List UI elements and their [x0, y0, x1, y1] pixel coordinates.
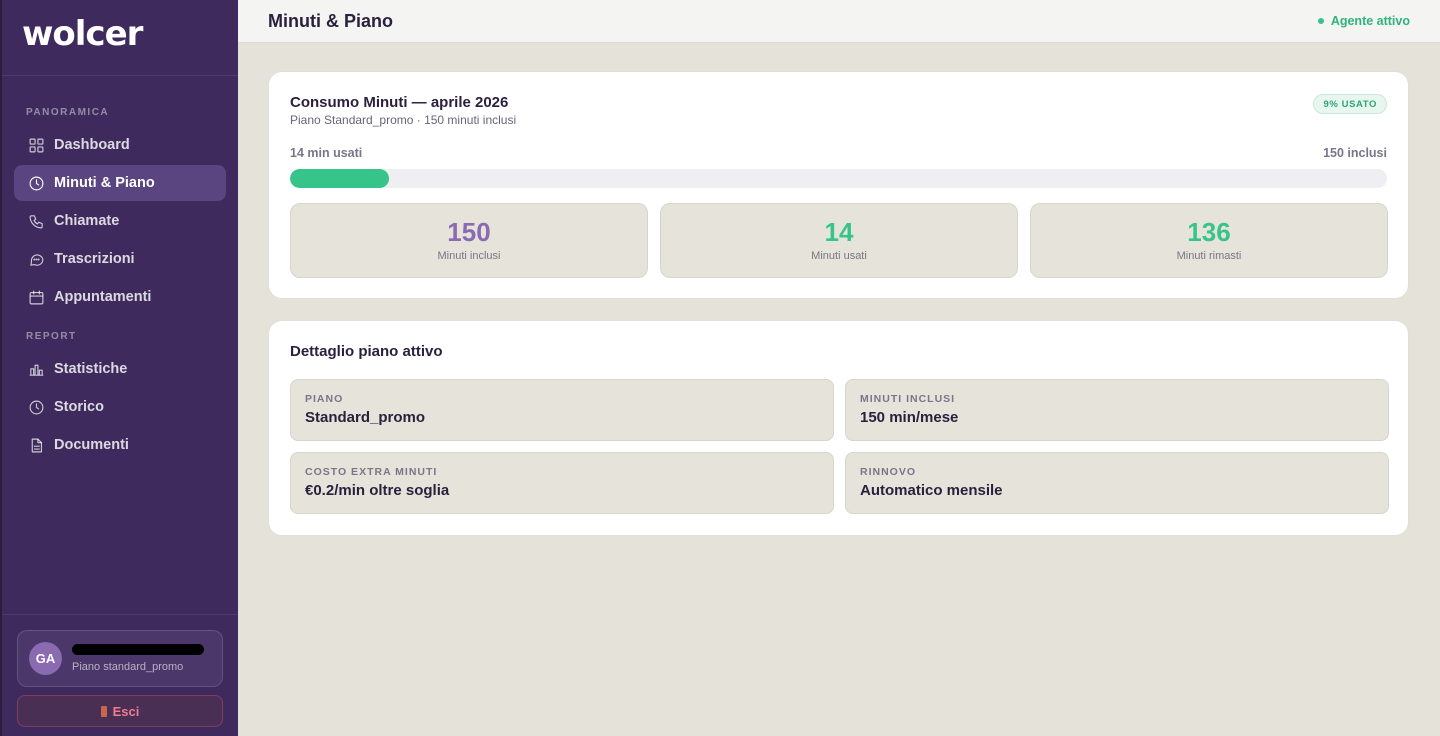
usage-card: Consumo Minuti — aprile 2026 Piano Stand…	[268, 71, 1409, 299]
usage-title: Consumo Minuti — aprile 2026	[290, 94, 509, 111]
clock-icon	[27, 174, 45, 192]
agent-status: Agente attivo	[1317, 14, 1410, 28]
detail-value: €0.2/min oltre soglia	[305, 482, 450, 499]
agent-status-label: Agente attivo	[1330, 14, 1410, 28]
sidebar-item-chiamate[interactable]: Chiamate	[14, 203, 226, 239]
sidebar-nav: PANORAMICA Dashboard Minuti & Piano Chia…	[2, 76, 238, 465]
stat-minuti-rimasti: 136 Minuti rimasti	[1030, 203, 1388, 278]
sidebar-item-appuntamenti[interactable]: Appuntamenti	[14, 279, 226, 315]
sidebar-item-dashboard[interactable]: Dashboard	[14, 127, 226, 163]
sidebar-item-statistiche[interactable]: Statistiche	[14, 351, 226, 387]
sidebar-item-label: Documenti	[54, 437, 129, 453]
sidebar-item-label: Dashboard	[54, 137, 130, 153]
section-label-report: REPORT	[26, 331, 77, 342]
logo[interactable]: wolcer	[22, 14, 143, 54]
stat-value: 136	[1187, 217, 1231, 247]
sidebar-item-trascrizioni[interactable]: Trascrizioni	[14, 241, 226, 277]
sidebar-item-label: Minuti & Piano	[54, 175, 155, 191]
user-plan: Piano standard_promo	[72, 661, 184, 673]
sidebar-item-label: Storico	[54, 399, 104, 415]
logout-button[interactable]: Esci	[17, 695, 223, 727]
detail-value: 150 min/mese	[860, 409, 959, 426]
detail-value: Automatico mensile	[860, 482, 1003, 499]
logout-label: Esci	[112, 703, 140, 719]
door-icon	[100, 705, 107, 717]
grid-icon	[27, 136, 45, 154]
plan-detail-card: Dettaglio piano attivo PIANO Standard_pr…	[268, 320, 1409, 536]
bar-chart-icon	[27, 360, 45, 378]
topbar: Minuti & Piano Agente attivo	[238, 0, 1440, 43]
detail-field-minuti-inclusi: MINUTI INCLUSI 150 min/mese	[845, 379, 1389, 441]
document-icon	[27, 436, 45, 454]
stat-label: Minuti inclusi	[437, 250, 501, 262]
stat-label: Minuti rimasti	[1176, 250, 1242, 262]
sidebar-item-storico[interactable]: Storico	[14, 389, 226, 425]
included-label: 150 inclusi	[1323, 146, 1387, 160]
sidebar-item-documenti[interactable]: Documenti	[14, 427, 226, 463]
usage-subtitle: Piano Standard_promo · 150 minuti inclus…	[290, 113, 517, 127]
detail-label: COSTO EXTRA MINUTI	[305, 466, 438, 478]
detail-value: Standard_promo	[305, 409, 426, 426]
detail-field-costo-extra: COSTO EXTRA MINUTI €0.2/min oltre soglia	[290, 452, 834, 514]
detail-label: PIANO	[305, 393, 344, 405]
used-label: 14 min usati	[290, 146, 363, 160]
stat-minuti-usati: 14 Minuti usati	[660, 203, 1018, 278]
user-info: Piano standard_promo	[72, 644, 204, 673]
stat-minuti-inclusi: 150 Minuti inclusi	[290, 203, 648, 278]
usage-badge: 9% USATO	[1313, 94, 1387, 114]
stat-value: 150	[447, 217, 491, 247]
user-card[interactable]: GA Piano standard_promo	[17, 630, 223, 687]
detail-field-rinnovo: RINNOVO Automatico mensile	[845, 452, 1389, 514]
history-clock-icon	[27, 398, 45, 416]
detail-field-piano: PIANO Standard_promo	[290, 379, 834, 441]
section-label-panoramica: PANORAMICA	[26, 107, 110, 118]
chat-bubble-icon	[27, 250, 45, 268]
sidebar: wolcer PANORAMICA Dashboard Minuti & Pia…	[0, 0, 238, 736]
detail-label: RINNOVO	[860, 466, 917, 478]
logo-area: wolcer	[2, 0, 238, 76]
sidebar-footer: GA Piano standard_promo Esci	[2, 614, 238, 736]
sidebar-item-label: Appuntamenti	[54, 289, 152, 305]
phone-icon	[27, 212, 45, 230]
stat-label: Minuti usati	[811, 250, 867, 262]
detail-title: Dettaglio piano attivo	[290, 343, 443, 360]
usage-progress-bar	[290, 169, 1387, 188]
usage-progress-fill	[290, 169, 389, 188]
sidebar-item-label: Chiamate	[54, 213, 120, 229]
detail-label: MINUTI INCLUSI	[860, 393, 956, 405]
sidebar-item-label: Statistiche	[54, 361, 128, 377]
status-dot-icon	[1317, 18, 1324, 24]
calendar-icon	[27, 288, 45, 306]
user-name-redacted	[72, 644, 204, 655]
avatar: GA	[29, 642, 62, 675]
sidebar-item-minuti-piano[interactable]: Minuti & Piano	[14, 165, 226, 201]
stat-value: 14	[824, 217, 854, 247]
sidebar-item-label: Trascrizioni	[54, 251, 135, 267]
page-title: Minuti & Piano	[268, 10, 393, 31]
